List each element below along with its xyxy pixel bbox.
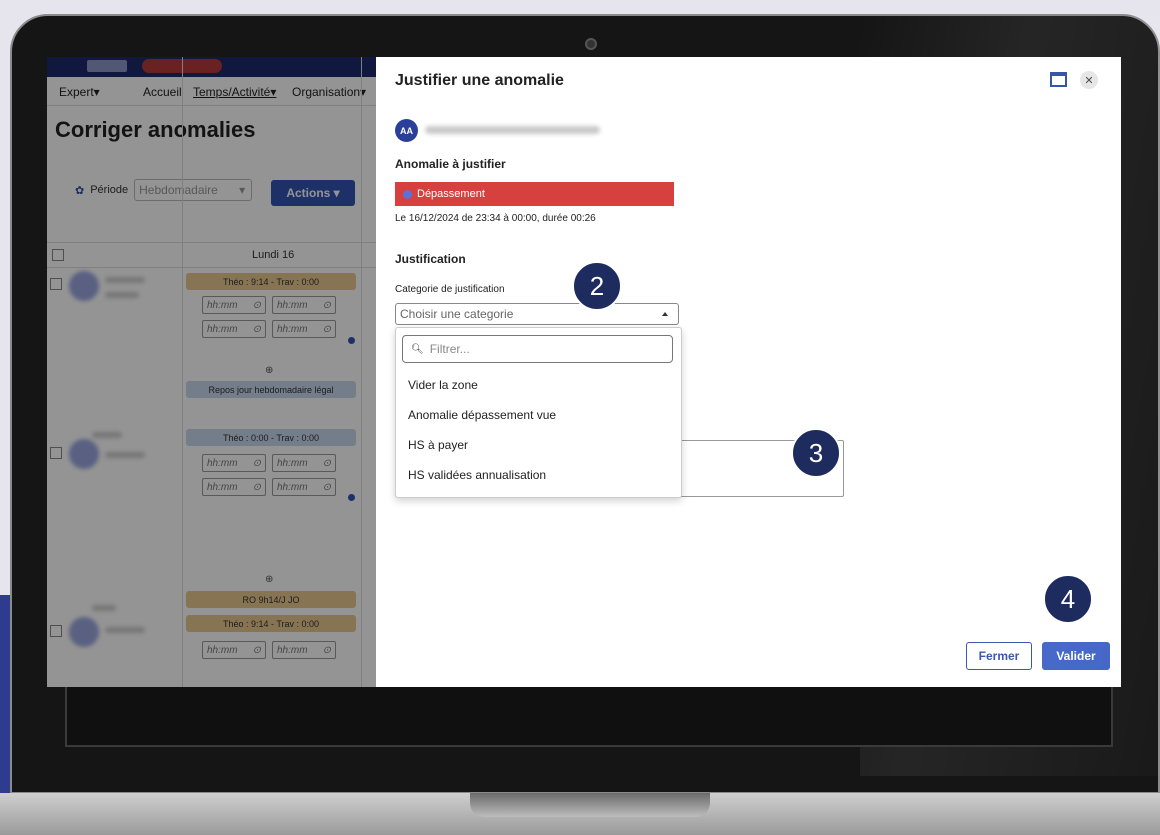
laptop-notch <box>470 793 710 817</box>
step-badge-3: 3 <box>791 428 841 478</box>
anomaly-section-label: Anomalie à justifier <box>395 157 506 171</box>
filter-placeholder: Filtrer... <box>429 342 470 356</box>
anomaly-badge: Dépassement <box>395 182 674 206</box>
maximize-icon[interactable] <box>1050 72 1067 87</box>
category-select[interactable]: Choisir une categorie <box>395 303 679 325</box>
info-icon <box>403 189 412 199</box>
validate-button[interactable]: Valider <box>1042 642 1110 670</box>
step-badge-4: 4 <box>1043 574 1093 624</box>
anomaly-type: Dépassement <box>417 188 485 200</box>
search-icon: 🔍︎ <box>411 343 424 355</box>
user-name-blur <box>425 126 600 134</box>
option-vider-zone[interactable]: Vider la zone <box>408 378 478 392</box>
anomaly-detail: Le 16/12/2024 de 23:34 à 00:00, durée 00… <box>395 213 596 224</box>
screen-bezel-bottom <box>65 687 1113 747</box>
filter-input[interactable]: 🔍︎ Filtrer... <box>402 335 673 363</box>
option-hs-a-payer[interactable]: HS à payer <box>408 438 468 452</box>
step-badge-2: 2 <box>572 261 622 311</box>
close-icon[interactable]: ✕ <box>1080 71 1098 89</box>
caret-up-icon <box>662 312 668 316</box>
justify-anomaly-modal: Justifier une anomalie ✕ AA Anomalie à j… <box>376 57 1121 687</box>
user-avatar: AA <box>395 119 418 142</box>
screen: Expert▾ Accueil Temps/Activité▾ Organisa… <box>47 57 1121 687</box>
option-anomalie-depassement-vue[interactable]: Anomalie dépassement vue <box>408 408 556 422</box>
justification-section-label: Justification <box>395 252 466 266</box>
category-placeholder: Choisir une categorie <box>400 307 514 321</box>
category-label: Categorie de justification <box>395 284 505 295</box>
background-decoration <box>0 595 10 795</box>
close-button[interactable]: Fermer <box>966 642 1032 670</box>
category-dropdown: 🔍︎ Filtrer... Vider la zone Anomalie dép… <box>395 327 682 498</box>
option-hs-validees-annualisation[interactable]: HS validées annualisation <box>408 468 546 482</box>
modal-title: Justifier une anomalie <box>395 72 564 89</box>
camera-icon <box>585 38 597 50</box>
